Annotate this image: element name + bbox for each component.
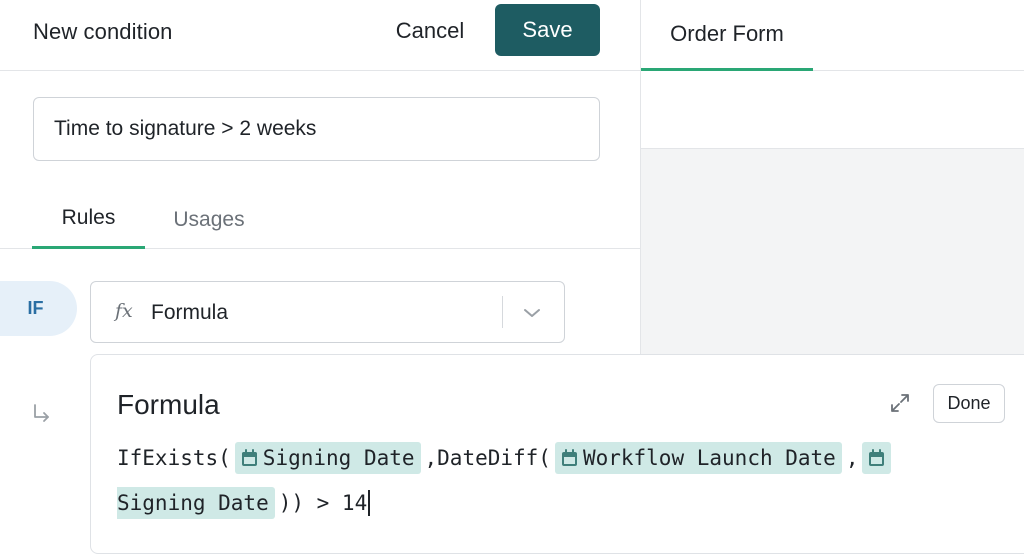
chevron-down-icon[interactable] [521,304,543,322]
cancel-button[interactable]: Cancel [378,5,482,57]
tab-order-form[interactable]: Order Form [641,0,813,71]
tab-usages[interactable]: Usages [152,190,266,249]
fx-icon: fx [115,300,133,322]
field-token-label: Signing Date [262,446,415,470]
formula-text: IfExists( [117,446,231,470]
field-token-label: Workflow Launch Date [582,446,836,470]
if-badge: IF [0,281,77,336]
preview-toolbar [641,71,1024,149]
field-token-label: Signing Date [117,491,269,515]
done-button[interactable]: Done [933,384,1005,423]
calendar-icon [561,449,577,466]
formula-editor-title: Formula [117,389,220,420]
select-divider [502,296,503,328]
preview-tab-bar: Order Form [641,0,1024,71]
tab-bar: Rules Usages [0,190,640,249]
formula-input-line-1[interactable]: IfExists( Signing Date ,DateDiff( Workfl… [117,442,895,474]
sub-arrow-icon [34,404,49,422]
tab-rules[interactable]: Rules [32,190,145,249]
editor-header: New condition Cancel Save [0,0,640,71]
formula-editor: Formula Done IfExists( Signing Date ,Dat… [90,354,1024,554]
calendar-icon [869,449,885,466]
field-token-signing-date-cont[interactable]: Signing Date [117,487,275,519]
field-token-signing-date[interactable]: Signing Date [234,442,421,474]
text-caret [368,490,370,516]
formula-input-line-2[interactable]: Signing Date )) > 14 [117,487,370,519]
formula-text: ,DateDiff( [424,446,551,470]
page-title: New condition [33,19,173,44]
formula-text: )) > 14 [278,491,368,515]
condition-name-input[interactable] [33,97,600,161]
expand-icon[interactable] [888,391,912,415]
rule-type-label: Formula [151,301,229,324]
formula-text: , [845,446,859,470]
field-token-signing-date-start[interactable] [862,442,892,474]
rule-type-select[interactable]: fx Formula [90,281,565,343]
calendar-icon [241,449,257,466]
field-token-workflow-launch-date[interactable]: Workflow Launch Date [554,442,842,474]
save-button[interactable]: Save [495,4,600,56]
